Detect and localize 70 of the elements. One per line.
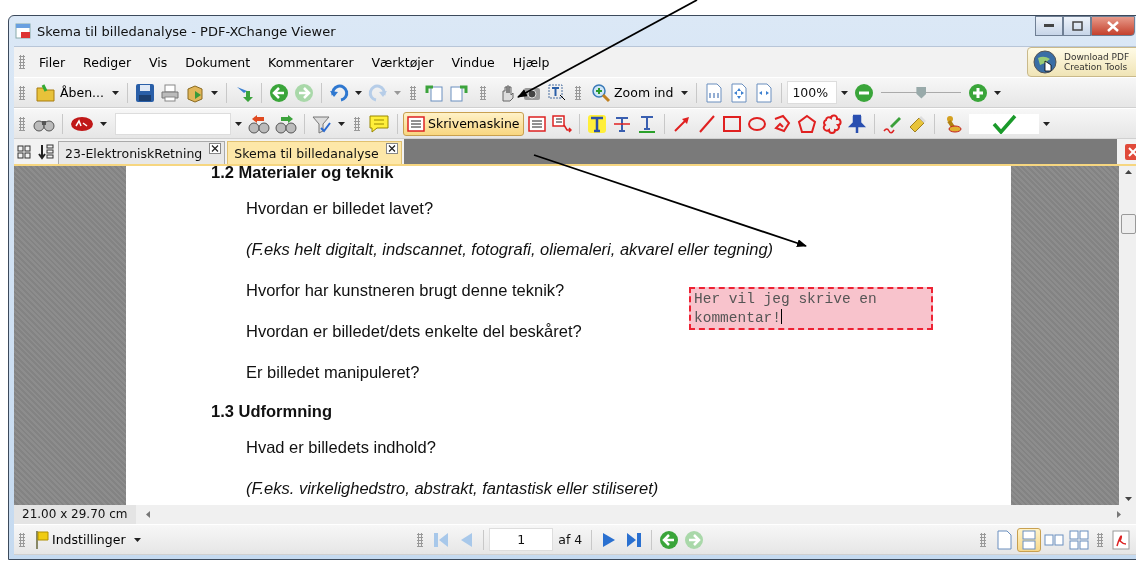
checkmark-icon — [990, 113, 1017, 134]
page-count-text: af 4 — [558, 532, 583, 547]
question-text: Hvad er billedets indhold? — [246, 437, 436, 458]
stamp-field[interactable] — [968, 113, 1039, 134]
menu-item[interactable]: Vis — [140, 54, 177, 70]
page-size-text: 21.00 x 29.70 cm — [14, 505, 136, 524]
section-heading: 1.2 Materialer og teknik — [211, 164, 394, 180]
scroll-down-icon[interactable] — [1124, 497, 1132, 501]
open-button[interactable]: Åben... — [31, 80, 109, 105]
caret-icon[interactable] — [133, 537, 141, 542]
facing-continuous-icon[interactable] — [1067, 527, 1091, 552]
hint-text: (F.eks. virkelighedstro, abstrakt, fantastisk eller stiliseret) — [246, 478, 659, 499]
menu-item[interactable]: Værktøjer — [362, 54, 443, 70]
menu-item[interactable]: Hjælp — [503, 54, 559, 70]
magnifier-icon — [591, 82, 612, 103]
close-icon — [1107, 20, 1119, 32]
download-tools-button[interactable]: Download PDF Creation Tools — [1027, 47, 1136, 77]
zoom-slider[interactable] — [881, 85, 962, 100]
scrollbar-thumb[interactable] — [1120, 214, 1136, 234]
document-tab[interactable]: 23-ElektroniskRetning — [58, 141, 226, 164]
section-heading: 1.3 Udformning — [211, 403, 332, 419]
caret-icon[interactable] — [338, 121, 345, 126]
window-title: Skema til billedanalyse - PDF-XChange Viewer — [37, 23, 336, 39]
close-button[interactable] — [1091, 16, 1135, 36]
caret-icon[interactable] — [1042, 121, 1050, 126]
continuous-page-icon[interactable] — [1017, 527, 1041, 552]
typewriter-comment[interactable]: Her vil jeg skrive en kommentar! — [689, 287, 933, 330]
scroll-left-icon[interactable] — [146, 511, 150, 518]
menu-item[interactable]: Filer — [30, 54, 75, 70]
caret-icon[interactable] — [100, 121, 107, 126]
caret-icon[interactable] — [112, 90, 120, 95]
maximize-icon — [1071, 21, 1083, 31]
caret-icon[interactable] — [355, 90, 363, 95]
flag-icon — [35, 529, 49, 550]
caret-icon[interactable] — [211, 90, 219, 95]
vertical-scrollbar[interactable] — [1119, 166, 1136, 505]
caret-icon[interactable] — [681, 90, 689, 95]
minimize-icon — [1044, 24, 1054, 28]
folder-icon — [35, 82, 57, 103]
menu-item[interactable]: Dokument — [176, 54, 260, 70]
close-document-icon[interactable] — [1125, 143, 1136, 160]
scroll-right-icon[interactable] — [1117, 511, 1121, 518]
caret-icon[interactable] — [994, 90, 1002, 95]
document-tab[interactable]: Skema til billedanalyse — [227, 141, 402, 164]
close-tab-icon[interactable] — [385, 143, 398, 154]
question-text: Hvordan er billedet lavet? — [246, 198, 434, 219]
page-number-field[interactable]: 1 — [489, 528, 554, 551]
globe-icon — [1032, 49, 1058, 75]
app-icon — [15, 23, 31, 39]
minimize-button[interactable] — [1035, 16, 1063, 36]
zoom-field[interactable]: 100% — [787, 81, 838, 104]
typewriter-button[interactable]: Skrivemaskine — [403, 111, 524, 136]
question-text: Hvordan er billedet/dets enkelte del beskåret? — [246, 321, 582, 342]
settings-button[interactable]: Indstillinger — [31, 527, 130, 552]
close-tab-icon[interactable] — [209, 143, 222, 154]
pdf-icon[interactable] — [1109, 527, 1133, 552]
search-field[interactable] — [115, 112, 231, 135]
caret-icon[interactable] — [235, 121, 242, 126]
text-box-icon — [407, 115, 425, 132]
maximize-button[interactable] — [1063, 16, 1091, 36]
question-text: Hvorfor har kunstneren brugt denne teknik? — [246, 280, 565, 301]
menu-item[interactable]: Vindue — [442, 54, 504, 70]
sort-list-icon[interactable] — [36, 141, 56, 162]
zoom-in-button[interactable]: Zoom ind — [587, 80, 678, 105]
question-text: Er billedet manipuleret? — [246, 362, 420, 383]
hint-text: (F.eks helt digitalt, indscannet, fotografi, oliemaleri, akvarel eller tegning) — [246, 239, 774, 260]
menu-item[interactable]: Rediger — [74, 54, 141, 70]
menu-item[interactable]: Kommentarer — [259, 54, 363, 70]
scroll-up-icon[interactable] — [1124, 170, 1132, 174]
caret-icon[interactable] — [841, 90, 849, 95]
